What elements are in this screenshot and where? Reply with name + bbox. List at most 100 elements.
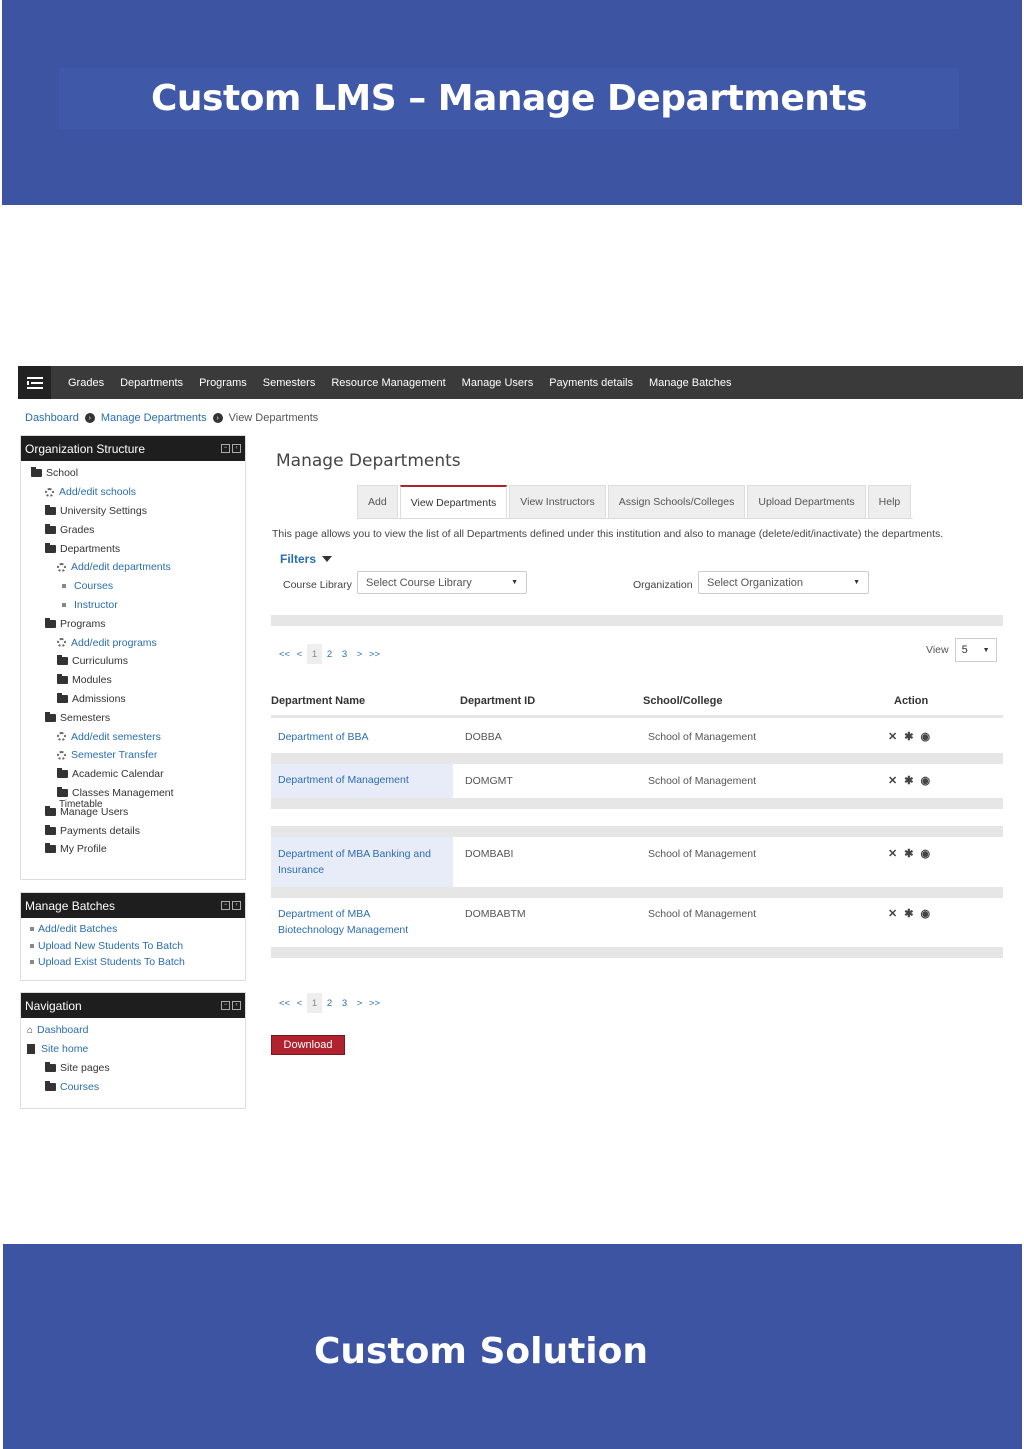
- bottom-banner: Custom Solution: [3, 1244, 1022, 1449]
- page-prev[interactable]: <: [292, 644, 307, 664]
- course-library-label: Course Library: [283, 579, 352, 591]
- nav-manage-users[interactable]: Manage Users: [462, 377, 534, 389]
- page-2[interactable]: 2: [322, 993, 337, 1013]
- tree-add-semesters[interactable]: Add/edit semesters: [21, 727, 245, 746]
- tree-school[interactable]: School: [21, 464, 245, 483]
- page-1[interactable]: 1: [307, 644, 322, 664]
- page-2[interactable]: 2: [322, 644, 337, 664]
- eye-icon[interactable]: ◉: [920, 773, 930, 789]
- department-name-link[interactable]: Department of MBA Biotechnology Manageme…: [271, 904, 431, 940]
- tree-classes-management[interactable]: Classes Management: [21, 784, 245, 803]
- batch-item-upload-exist[interactable]: Upload Exist Students To Batch: [21, 954, 245, 971]
- gear-icon[interactable]: ✱: [904, 846, 913, 862]
- eye-icon[interactable]: ◉: [920, 906, 930, 922]
- tree-departments[interactable]: Departments: [21, 539, 245, 558]
- tree-semester-transfer[interactable]: Semester Transfer: [21, 746, 245, 765]
- nav-payments-details[interactable]: Payments details: [549, 377, 633, 389]
- tree-my-profile[interactable]: My Profile: [21, 840, 245, 859]
- tree-admissions[interactable]: Admissions: [21, 690, 245, 709]
- page-3[interactable]: 3: [337, 644, 352, 664]
- page-first[interactable]: <<: [277, 993, 292, 1013]
- tree-add-programs[interactable]: Add/edit programs: [21, 633, 245, 652]
- dock-icon[interactable]: ‹: [232, 1001, 241, 1010]
- tree-instructor[interactable]: Instructor: [21, 596, 245, 615]
- course-library-select[interactable]: Select Course Library ▼: [357, 571, 527, 594]
- nav-departments[interactable]: Departments: [120, 377, 183, 389]
- close-icon[interactable]: ✕: [888, 906, 897, 922]
- folder-icon: [45, 824, 56, 835]
- nav-programs[interactable]: Programs: [199, 377, 247, 389]
- page-next[interactable]: >: [352, 644, 367, 664]
- page-3[interactable]: 3: [337, 993, 352, 1013]
- chevron-right-icon: ›: [84, 413, 95, 423]
- tree-add-schools[interactable]: Add/edit schools: [21, 483, 245, 502]
- breadcrumb-manage-departments[interactable]: Manage Departments: [101, 412, 207, 424]
- nav-site-home[interactable]: Site home: [21, 1040, 245, 1059]
- organization-select[interactable]: Select Organization ▼: [698, 571, 869, 594]
- batch-item-upload-new[interactable]: Upload New Students To Batch: [21, 938, 245, 955]
- page-last[interactable]: >>: [367, 644, 382, 664]
- tab-upload-departments[interactable]: Upload Departments: [747, 485, 866, 518]
- row-divider: [271, 826, 1003, 837]
- tree-courses[interactable]: Courses: [21, 577, 245, 596]
- footer-title: Custom Solution: [313, 1331, 648, 1372]
- tree-grades[interactable]: Grades: [21, 520, 245, 539]
- tree-curriculums[interactable]: Curriculums: [21, 652, 245, 671]
- pagination-top: << < 1 2 3 > >>: [277, 644, 382, 664]
- nav-courses[interactable]: Courses: [21, 1077, 245, 1096]
- close-icon[interactable]: ✕: [888, 729, 897, 745]
- page-1[interactable]: 1: [307, 993, 322, 1013]
- page-next[interactable]: >: [352, 993, 367, 1013]
- department-name-link[interactable]: Department of Management: [271, 764, 453, 798]
- tab-view-instructors[interactable]: View Instructors: [509, 485, 606, 518]
- gear-icon[interactable]: ✱: [904, 906, 913, 922]
- download-button[interactable]: Download: [271, 1035, 345, 1055]
- nav-resource-management[interactable]: Resource Management: [331, 377, 445, 389]
- tree-add-departments[interactable]: Add/edit departments: [21, 558, 245, 577]
- page-prev[interactable]: <: [292, 993, 307, 1013]
- close-icon[interactable]: ✕: [888, 773, 897, 789]
- dock-icon[interactable]: ‹: [232, 444, 241, 453]
- collapse-icon[interactable]: −: [221, 1001, 230, 1010]
- nav-manage-batches[interactable]: Manage Batches: [649, 377, 732, 389]
- manage-batches-block: Manage Batches − ‹ Add/edit Batches Uploa…: [20, 892, 246, 981]
- menu-toggle-button[interactable]: [18, 366, 51, 399]
- tab-assign-schools[interactable]: Assign Schools/Colleges: [607, 485, 746, 518]
- page-last[interactable]: >>: [367, 993, 382, 1013]
- gear-icon[interactable]: ✱: [904, 773, 913, 789]
- nav-dashboard[interactable]: ⌂ Dashboard: [21, 1021, 245, 1040]
- tree-university-settings[interactable]: University Settings: [21, 502, 245, 521]
- nav-semesters[interactable]: Semesters: [263, 377, 316, 389]
- filters-toggle[interactable]: Filters: [280, 552, 333, 566]
- folder-icon: [45, 1080, 56, 1091]
- view-select[interactable]: 5 ▼: [954, 638, 997, 662]
- header-divider: [271, 715, 1003, 718]
- tree-academic-calendar[interactable]: Academic Calendar: [21, 765, 245, 784]
- department-name-link[interactable]: Department of BBA: [271, 727, 453, 747]
- tab-view-departments[interactable]: View Departments: [399, 485, 508, 518]
- tree-manage-users[interactable]: Timetable Manage Users: [21, 799, 245, 821]
- tree-payments-details[interactable]: Payments details: [21, 821, 245, 840]
- tree-modules[interactable]: Modules: [21, 671, 245, 690]
- batch-item-add[interactable]: Add/edit Batches: [21, 921, 245, 938]
- top-navbar: Grades Departments Programs Semesters Re…: [18, 366, 1023, 399]
- col-department-id: Department ID: [460, 695, 536, 707]
- gear-icon[interactable]: ✱: [904, 729, 913, 745]
- bullet-icon: [30, 927, 34, 932]
- eye-icon[interactable]: ◉: [920, 846, 930, 862]
- tree-programs[interactable]: Programs: [21, 614, 245, 633]
- dock-icon[interactable]: ‹: [232, 901, 241, 910]
- close-icon[interactable]: ✕: [888, 846, 897, 862]
- department-name-link[interactable]: Department of MBA Banking and Insurance: [271, 837, 453, 887]
- collapse-icon[interactable]: −: [221, 444, 230, 453]
- tab-add[interactable]: Add: [357, 485, 398, 518]
- page-first[interactable]: <<: [277, 644, 292, 664]
- tree-semesters[interactable]: Semesters: [21, 708, 245, 727]
- nav-grades[interactable]: Grades: [68, 377, 104, 389]
- nav-site-pages[interactable]: Site pages: [21, 1059, 245, 1078]
- collapse-icon[interactable]: −: [221, 901, 230, 910]
- tab-help[interactable]: Help: [867, 485, 912, 518]
- eye-icon[interactable]: ◉: [920, 729, 930, 745]
- breadcrumb-dashboard[interactable]: Dashboard: [25, 412, 79, 424]
- block-header: Organization Structure − ‹: [21, 436, 245, 461]
